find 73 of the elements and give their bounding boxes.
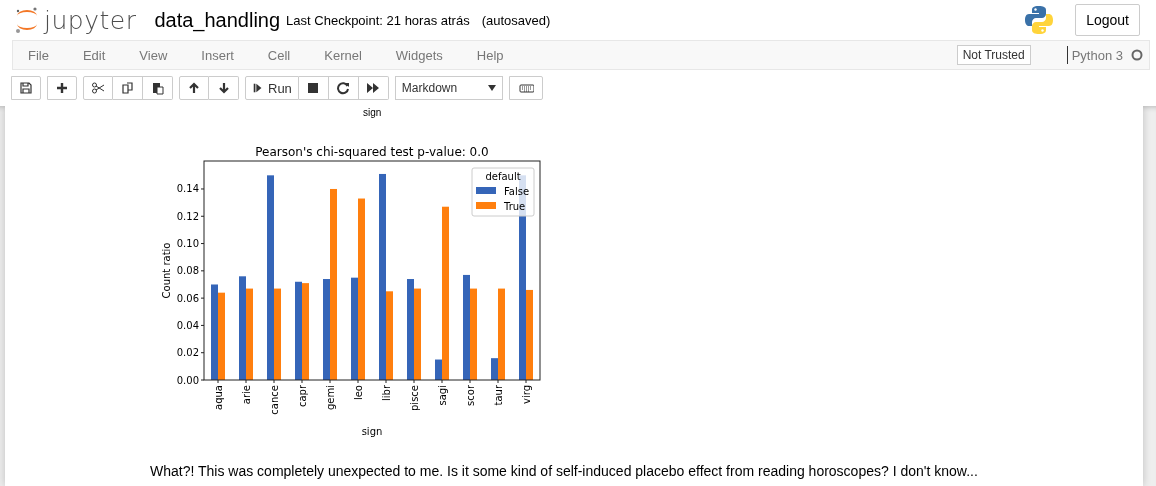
x-tick-label: taur (492, 385, 504, 406)
legend-label: False (504, 186, 530, 197)
menu-item[interactable]: Edit (73, 47, 121, 63)
x-tick-label: virg (520, 385, 532, 404)
y-tick-label: 0.14 (176, 183, 199, 195)
legend-label: True (504, 201, 526, 212)
kernel-status-icon (1131, 49, 1143, 61)
checkpoint-text: Last Checkpoint: 21 horas atrás (286, 12, 470, 28)
caret-icon (487, 85, 496, 91)
restart-button[interactable] (328, 76, 359, 100)
legend-title: default (485, 171, 521, 182)
save-icon (19, 81, 33, 95)
y-tick-label: 0.06 (176, 292, 199, 304)
x-axis-label: sign (363, 107, 382, 118)
menu-item[interactable]: Kernel (315, 47, 377, 63)
legend-background (471, 167, 535, 217)
menu-item[interactable]: Help (467, 47, 519, 63)
copy-icon (120, 81, 135, 95)
markdown-paragraph: What?! This was completely unexpected to me. Is it some kind of self-induced placebo effect from reading horoscopes? I don't know... (150, 463, 978, 479)
run-button[interactable]: Run (245, 76, 299, 100)
keyboard-icon (517, 81, 534, 95)
chart-title: Pearson's chi-squared test p-value: 0.0 (255, 145, 489, 159)
move-down-button[interactable] (209, 76, 239, 100)
trust-indicator[interactable]: Not Trusted (956, 45, 1031, 65)
stop-button[interactable] (298, 76, 329, 100)
copy-button[interactable] (113, 76, 143, 100)
x-tick-label: gemi (324, 385, 336, 411)
cut-button[interactable] (83, 76, 113, 100)
step-forward-icon (252, 81, 264, 95)
x-tick-label: scor (464, 385, 476, 406)
x-tick-label: cance (268, 385, 280, 415)
x-tick-label: libr (380, 385, 392, 401)
notebook-name[interactable]: data_handling (154, 8, 281, 32)
logo-text[interactable]: jupyter (44, 5, 137, 35)
x-tick-label: sagi (436, 385, 448, 406)
paste-button[interactable] (143, 76, 173, 100)
run-all-button[interactable] (358, 76, 389, 100)
arrow-up-icon (187, 81, 201, 95)
keyboard-button[interactable] (508, 76, 543, 100)
y-tick-label: 0.00 (176, 374, 199, 386)
y-tick-label: 0.08 (176, 265, 199, 277)
menu-item[interactable]: Insert (192, 47, 249, 63)
x-tick-label: capr (296, 385, 308, 408)
plus-icon (55, 81, 69, 95)
cell-type-dropdown[interactable]: Markdown (394, 76, 503, 100)
scissors-icon (91, 81, 105, 95)
stop-icon (306, 81, 321, 95)
x-axis-label: sign (361, 426, 383, 437)
y-tick-label: 0.04 (176, 319, 199, 331)
menu-item[interactable]: File (19, 47, 64, 63)
x-tick-label: arie (240, 385, 252, 405)
add-cell-button[interactable] (47, 76, 77, 100)
y-tick-label: 0.10 (176, 238, 199, 250)
x-tick-label: leo (352, 385, 364, 401)
clipboard-icon (150, 81, 165, 95)
save-button[interactable] (11, 76, 41, 100)
move-up-button[interactable] (179, 76, 209, 100)
y-axis-label: Count ratio (161, 242, 172, 299)
logout-button[interactable]: Logout (1075, 4, 1140, 36)
arrow-down-icon (216, 81, 231, 95)
menu-item[interactable]: Widgets (386, 47, 458, 63)
x-tick-label: aqua (212, 385, 224, 410)
fast-forward-icon (366, 81, 381, 95)
y-tick-label: 0.12 (176, 210, 199, 222)
menu-item[interactable]: View (130, 47, 183, 63)
autosave-status: (autosaved) (481, 12, 551, 28)
y-tick-label: 0.02 (176, 347, 199, 359)
menu-item[interactable]: Cell (258, 47, 306, 63)
python-logo-icon (1025, 5, 1054, 35)
kernel-name: Python 3 (1071, 47, 1123, 63)
x-tick-label: pisce (408, 385, 420, 411)
restart-icon (336, 81, 351, 95)
logo-icon (14, 5, 40, 35)
